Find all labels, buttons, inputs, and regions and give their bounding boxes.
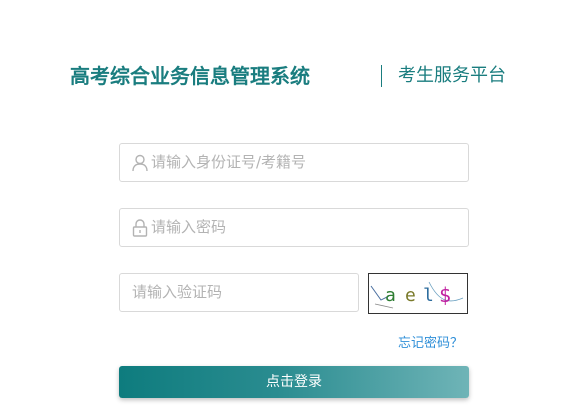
captcha-field[interactable]: 请输入验证码 — [119, 273, 359, 312]
svg-text:l: l — [423, 285, 434, 306]
forgot-password-link[interactable]: 忘记密码？ — [398, 332, 463, 351]
user-icon — [132, 154, 148, 172]
username-placeholder: 请输入身份证号/考籍号 — [151, 153, 307, 171]
platform-subtitle: 考生服务平台 — [398, 65, 506, 86]
header: 高考综合业务信息管理系统 考生服务平台 — [0, 60, 575, 92]
svg-text:a: a — [385, 285, 396, 306]
password-placeholder: 请输入密码 — [151, 218, 227, 236]
captcha-placeholder: 请输入验证码 — [132, 283, 223, 301]
password-field[interactable]: 请输入密码 — [119, 208, 469, 247]
lock-icon — [132, 219, 148, 237]
username-field[interactable]: 请输入身份证号/考籍号 — [119, 143, 469, 182]
svg-text:e: e — [405, 285, 416, 306]
svg-text:$: $ — [439, 283, 451, 307]
captcha-image[interactable]: a e l $ — [368, 273, 468, 314]
system-title: 高考综合业务信息管理系统 — [70, 64, 310, 88]
title-divider — [381, 65, 382, 87]
login-button[interactable]: 点击登录 — [119, 366, 469, 398]
